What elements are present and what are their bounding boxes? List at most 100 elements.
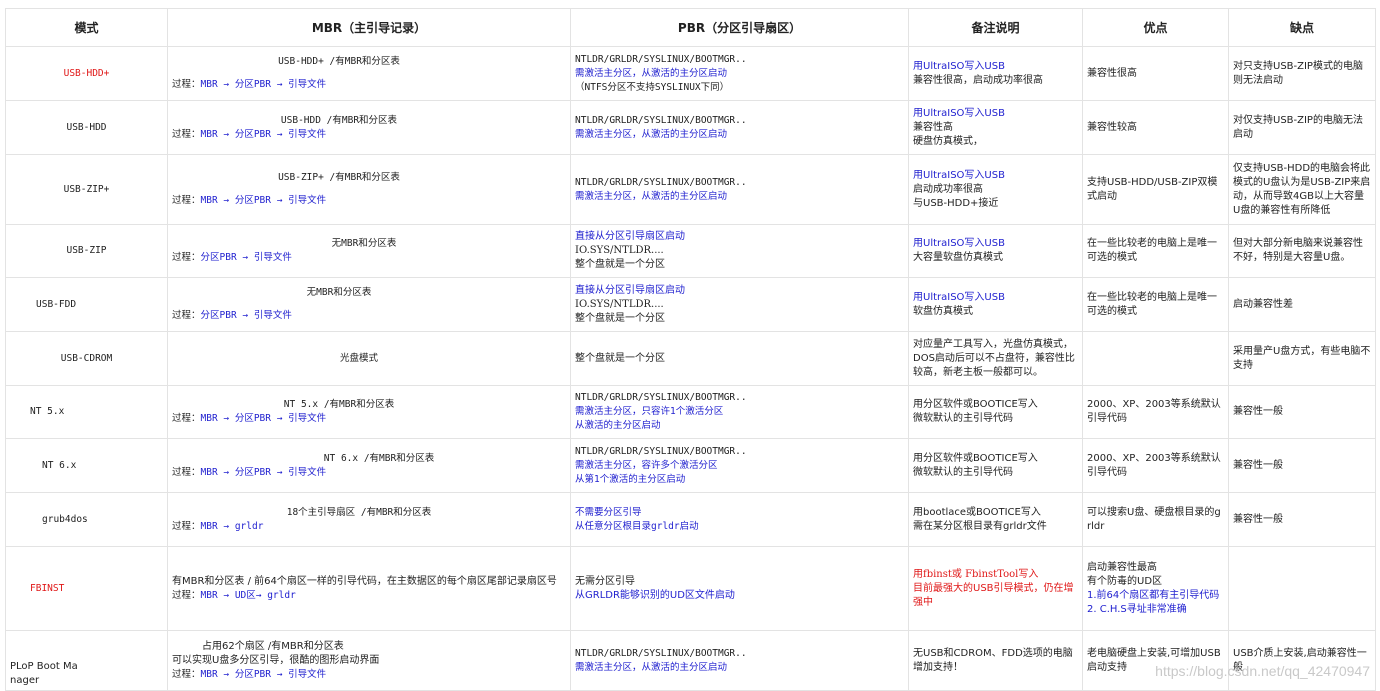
- note-cell: 用分区软件或BOOTICE写入 微软默认的主引导代码: [908, 385, 1083, 439]
- mode-cell: FBINST: [5, 546, 168, 631]
- mbr-title: 无MBR和分区表: [306, 287, 372, 298]
- note-line: 兼容性高: [913, 121, 953, 133]
- mbr-process-label: 过程：: [172, 79, 201, 90]
- pros-line: 1.前64个扇区都有主引导代码: [1087, 589, 1220, 601]
- pbr-line: 无需分区引导: [575, 575, 635, 587]
- cons-cell: 兼容性一般: [1228, 492, 1376, 547]
- mbr-cell: 有MBR和分区表 / 前64个扇区一样的引导代码，在主数据区的每个扇区尾部记录扇…: [167, 546, 571, 631]
- table-row: USB-CDROM 光盘模式 整个盘就是一个分区 对应量产工具写入，光盘仿真模式…: [5, 331, 1376, 386]
- header-cons: 缺点: [1228, 8, 1376, 47]
- cons-cell: 兼容性一般: [1228, 385, 1376, 439]
- note-cell: 用UltraISO写入USB 软盘仿真模式: [908, 277, 1083, 332]
- pros-cell: 兼容性很高: [1082, 46, 1229, 101]
- mbr-title: NT 6.x /有MBR和分区表: [323, 452, 435, 464]
- note-line: 用UltraISO写入USB: [913, 169, 1005, 181]
- pbr-line: 不需要分区引导: [575, 506, 642, 518]
- mbr-process-label: 过程：: [172, 195, 201, 206]
- pros-cell: 兼容性较高: [1082, 100, 1229, 155]
- mbr-cell: NT 5.x /有MBR和分区表 过程：MBR → 分区PBR → 引导文件: [167, 385, 571, 439]
- cons-cell: 采用量产U盘方式，有些电脑不支持: [1228, 331, 1376, 386]
- pbr-line: NTLDR/GRLDR/SYSLINUX/BOOTMGR..: [575, 114, 747, 126]
- mbr-cell: USB-HDD /有MBR和分区表 过程：MBR → 分区PBR → 引导文件: [167, 100, 571, 155]
- note-line: 硬盘仿真模式，: [913, 135, 983, 147]
- pbr-line: 从GRLDR能够识别的UD区文件启动: [575, 589, 735, 601]
- mbr-title: NT 5.x /有MBR和分区表: [283, 399, 395, 410]
- pbr-cell: NTLDR/GRLDR/SYSLINUX/BOOTMGR.. 需激活主分区，只容…: [570, 385, 909, 439]
- pbr-line: NTLDR/GRLDR/SYSLINUX/BOOTMGR..: [575, 392, 747, 403]
- table-row: USB-HDD USB-HDD /有MBR和分区表 过程：MBR → 分区PBR…: [5, 100, 1376, 155]
- note-line: 用UltraISO写入USB: [913, 238, 1005, 249]
- pros-line: 有个防毒的UD区: [1087, 575, 1163, 587]
- pbr-line: 整个盘就是一个分区: [575, 312, 665, 324]
- pros-cell: [1082, 331, 1229, 386]
- pbr-line: 整个盘就是一个分区: [575, 259, 665, 270]
- note-line: 微软默认的主引导代码: [913, 413, 1013, 424]
- note-cell: 用bootlace或BOOTICE写入 需在某分区根目录有grldr文件: [908, 492, 1083, 547]
- mbr-sub: 可以实现U盘多分区引导，很酷的图形启动界面: [172, 654, 380, 666]
- pros-cell: 2000、XP、2003等系统默认引导代码: [1082, 385, 1229, 439]
- note-cell: 用UltraISO写入USB 启动成功率很高 与USB-HDD+接近: [908, 154, 1083, 225]
- mbr-title: USB-HDD+ /有MBR和分区表: [278, 56, 400, 67]
- pbr-line: 需激活主分区，从激活的主分区启动: [575, 661, 728, 673]
- mbr-cell: 无MBR和分区表 过程：分区PBR → 引导文件: [167, 224, 571, 278]
- mbr-process-label: 过程：: [172, 520, 201, 532]
- pbr-line: 直接从分区引导扇区启动: [575, 231, 685, 242]
- mode-cell: USB-ZIP+: [5, 154, 168, 225]
- note-line: 用UltraISO写入USB: [913, 291, 1005, 303]
- watermark: https://blog.csdn.net/qq_42470947: [1155, 663, 1370, 679]
- pbr-line: 从第1个激活的主分区启动: [575, 473, 686, 485]
- table-row: USB-ZIP+ USB-ZIP+ /有MBR和分区表 过程：MBR → 分区P…: [5, 154, 1376, 225]
- note-line: 启动成功率很高: [913, 183, 983, 195]
- cons-cell: 启动兼容性差: [1228, 277, 1376, 332]
- mbr-title: 无MBR和分区表: [331, 238, 397, 249]
- mbr-flow: MBR → UD区→ grldr: [200, 589, 296, 601]
- pros-cell: 2000、XP、2003等系统默认引导代码: [1082, 438, 1229, 493]
- mbr-title: USB-ZIP+ /有MBR和分区表: [278, 172, 400, 183]
- pbr-line: 整个盘就是一个分区: [575, 352, 665, 364]
- header-mbr: MBR（主引导记录）: [167, 8, 571, 47]
- usb-boot-mode-table: 模式 MBR（主引导记录） PBR（分区引导扇区） 备注说明 优点 缺点 USB…: [5, 8, 1376, 691]
- mode-cell: USB-FDD: [5, 277, 168, 332]
- cons-cell: [1228, 546, 1376, 631]
- note-cell: 用fbinst或 FbinstTool写入 目前最强大的USB引导模式，仍在增强…: [908, 546, 1083, 631]
- mbr-cell: USB-HDD+ /有MBR和分区表 过程：MBR → 分区PBR → 引导文件: [167, 46, 571, 101]
- table-header-row: 模式 MBR（主引导记录） PBR（分区引导扇区） 备注说明 优点 缺点: [5, 8, 1376, 47]
- mode-cell: USB-ZIP: [5, 224, 168, 278]
- mbr-cell: 占用62个扇区 /有MBR和分区表 可以实现U盘多分区引导，很酷的图形启动界面 …: [167, 630, 571, 691]
- mbr-flow: MBR → 分区PBR → 引导文件: [200, 128, 327, 140]
- mbr-flow: MBR → 分区PBR → 引导文件: [200, 413, 327, 424]
- mbr-flow: MBR → grldr: [200, 520, 264, 532]
- mode-cell: USB-HDD+: [5, 46, 168, 101]
- pbr-cell: NTLDR/GRLDR/SYSLINUX/BOOTMGR.. 需激活主分区，从激…: [570, 100, 909, 155]
- note-cell: 用UltraISO写入USB 兼容性很高，启动成功率很高: [908, 46, 1083, 101]
- note-line: 用UltraISO写入USB: [913, 107, 1005, 119]
- cons-cell: 但对大部分新电脑来说兼容性不好，特别是大容量U盘。: [1228, 224, 1376, 278]
- pbr-line: NTLDR/GRLDR/SYSLINUX/BOOTMGR..: [575, 647, 747, 659]
- mbr-cell: NT 6.x /有MBR和分区表 过程：MBR → 分区PBR → 引导文件: [167, 438, 571, 493]
- pbr-line: 从激活的主分区启动: [575, 420, 661, 431]
- pros-cell: 可以搜索U盘、硬盘根目录的grldr: [1082, 492, 1229, 547]
- pbr-line: NTLDR/GRLDR/SYSLINUX/BOOTMGR..: [575, 53, 747, 65]
- note-line: 大容量软盘仿真模式: [913, 252, 1003, 263]
- pbr-cell: NTLDR/GRLDR/SYSLINUX/BOOTMGR.. 需激活主分区，从激…: [570, 46, 909, 101]
- mbr-cell: USB-ZIP+ /有MBR和分区表 过程：MBR → 分区PBR → 引导文件: [167, 154, 571, 225]
- pbr-line: IO.SYS/NTLDR....: [575, 245, 664, 256]
- mode-cell: grub4dos: [5, 492, 168, 547]
- pbr-cell: 不需要分区引导 从任意分区根目录grldr启动: [570, 492, 909, 547]
- note-line: 软盘仿真模式: [913, 305, 973, 317]
- note-line: 用分区软件或BOOTICE写入: [913, 452, 1038, 464]
- mbr-flow: MBR → 分区PBR → 引导文件: [200, 195, 327, 206]
- pbr-line: 需激活主分区，只容许1个激活分区: [575, 406, 724, 417]
- header-mode: 模式: [5, 8, 168, 47]
- mbr-title: USB-HDD /有MBR和分区表: [280, 114, 398, 126]
- mbr-cell: 18个主引导扇区 /有MBR和分区表 过程：MBR → grldr: [167, 492, 571, 547]
- header-pros: 优点: [1082, 8, 1229, 47]
- note-line: 对应量产工具写入，光盘仿真模式，DOS启动后可以不占盘符，兼容性比较高，新老主板…: [913, 338, 1075, 378]
- pbr-line: 需激活主分区，从激活的主分区启动: [575, 190, 728, 202]
- table-row: USB-FDD 无MBR和分区表 过程：分区PBR → 引导文件 直接从分区引导…: [5, 277, 1376, 332]
- note-line: 微软默认的主引导代码: [913, 466, 1013, 478]
- mode-cell: USB-HDD: [5, 100, 168, 155]
- mbr-process-label: 过程：: [172, 466, 201, 478]
- pros-cell: 在一些比较老的电脑上是唯一可选的模式: [1082, 224, 1229, 278]
- pbr-line: （NTFS分区不支持SYSLINUX下同）: [575, 81, 730, 93]
